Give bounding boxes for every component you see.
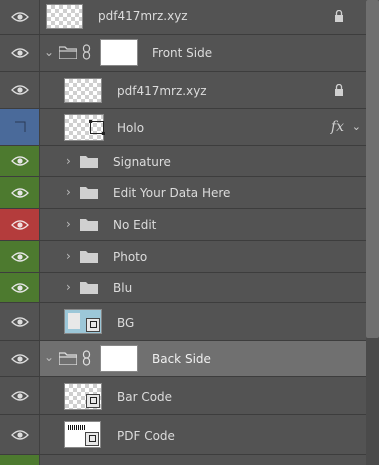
- layer-name[interactable]: pdf417mrz.xyz: [117, 84, 207, 98]
- link-chain-icon: [82, 350, 91, 366]
- chevron-right-icon[interactable]: ›: [66, 217, 71, 231]
- transform-icon: [89, 120, 105, 135]
- folder-icon: [80, 219, 98, 231]
- layer-row-edit-your-data[interactable]: › Edit Your Data Here: [0, 177, 366, 209]
- layer-row-bg[interactable]: BG: [0, 303, 366, 341]
- layer-name[interactable]: Bar Code: [117, 390, 172, 404]
- hidden-eye-placeholder-icon: [14, 121, 25, 132]
- folder-icon: [80, 282, 98, 294]
- eye-icon: [10, 48, 29, 58]
- eye-icon: [10, 156, 29, 166]
- chevron-right-icon[interactable]: ›: [66, 154, 71, 168]
- layer-name[interactable]: pdf417mrz.xyz: [98, 9, 188, 23]
- folder-icon: [80, 187, 98, 199]
- layer-name[interactable]: Holo: [117, 121, 144, 135]
- visibility-toggle[interactable]: [0, 0, 40, 34]
- visibility-toggle[interactable]: [0, 273, 40, 302]
- layer-name[interactable]: Photo: [113, 250, 147, 264]
- eye-icon: [10, 282, 29, 293]
- folder-icon: [80, 156, 98, 168]
- folder-icon: [59, 46, 77, 59]
- folder-icon: [80, 251, 98, 263]
- visibility-toggle[interactable]: [0, 209, 40, 240]
- chevron-right-icon[interactable]: ›: [66, 185, 71, 199]
- layer-thumbnail: [64, 114, 105, 141]
- layer-name[interactable]: No Edit: [113, 218, 156, 232]
- eye-icon: [10, 12, 29, 22]
- chevron-right-icon[interactable]: ›: [66, 249, 71, 263]
- layer-name[interactable]: Back Side: [152, 352, 211, 366]
- layer-name[interactable]: Front Side: [152, 46, 212, 60]
- visibility-toggle[interactable]: [0, 415, 40, 454]
- layers-panel: pdf417mrz.xyz ⌄ Front Side pdf417mrz.xyz…: [0, 0, 366, 465]
- smart-object-icon: [86, 318, 100, 332]
- eye-icon: [10, 316, 29, 327]
- layer-row-signature[interactable]: › Signature: [0, 146, 366, 177]
- layer-row-front-side[interactable]: ⌄ Front Side: [0, 35, 366, 72]
- chevron-down-icon[interactable]: ⌄: [44, 45, 54, 59]
- layer-name[interactable]: BG: [117, 316, 134, 330]
- layer-row-pdf417-top[interactable]: pdf417mrz.xyz: [0, 0, 366, 35]
- visibility-toggle[interactable]: [0, 241, 40, 272]
- scrollbar-thumb[interactable]: [366, 0, 379, 338]
- visibility-toggle[interactable]: [0, 303, 40, 340]
- visibility-toggle[interactable]: [0, 146, 40, 176]
- eye-icon: [10, 390, 29, 401]
- visibility-toggle[interactable]: [0, 377, 40, 414]
- visibility-toggle[interactable]: [0, 341, 40, 376]
- layer-row-blu[interactable]: › Blu: [0, 273, 366, 303]
- visibility-toggle[interactable]: [0, 109, 40, 145]
- layer-thumbnail: [64, 421, 101, 448]
- layer-row-holo[interactable]: Holo fx ⌄: [0, 109, 366, 146]
- layer-row-photo[interactable]: › Photo: [0, 241, 366, 273]
- lock-icon: [335, 84, 343, 96]
- layer-thumbnail: [64, 309, 102, 334]
- lock-icon: [335, 10, 343, 22]
- layer-row-bar-code[interactable]: Bar Code: [0, 377, 366, 415]
- visibility-toggle[interactable]: [0, 72, 40, 108]
- layer-thumbnail: [64, 78, 102, 103]
- layer-mask-thumbnail: [100, 345, 138, 372]
- folder-icon: [59, 352, 77, 365]
- smart-object-icon: [85, 432, 99, 446]
- layer-name[interactable]: Edit Your Data Here: [113, 186, 230, 200]
- link-chain-icon: [82, 44, 91, 60]
- chevron-down-icon[interactable]: ⌄: [44, 350, 54, 364]
- eye-icon: [10, 187, 29, 198]
- layer-mask-thumbnail: [100, 39, 138, 66]
- layer-thumbnail: [46, 4, 83, 29]
- layer-name[interactable]: Blu: [113, 281, 132, 295]
- visibility-toggle[interactable]: [0, 455, 40, 465]
- layer-row-no-edit[interactable]: › No Edit: [0, 209, 366, 241]
- layer-thumbnail: [64, 383, 102, 410]
- visibility-toggle[interactable]: [0, 177, 40, 208]
- layer-row-partial[interactable]: [0, 455, 366, 465]
- eye-icon: [10, 219, 29, 230]
- layer-row-back-side[interactable]: ⌄ Back Side: [0, 341, 366, 377]
- layer-name[interactable]: PDF Code: [117, 429, 175, 443]
- layer-row-pdf417-inner[interactable]: pdf417mrz.xyz: [0, 72, 366, 109]
- chevron-right-icon[interactable]: ›: [66, 280, 71, 294]
- smart-object-icon: [86, 394, 100, 408]
- layer-row-pdf-code[interactable]: PDF Code: [0, 415, 366, 455]
- visibility-toggle[interactable]: [0, 35, 40, 71]
- eye-icon: [10, 251, 29, 262]
- fx-effects-icon[interactable]: fx: [331, 119, 344, 135]
- eye-icon: [10, 429, 29, 440]
- chevron-down-icon[interactable]: ⌄: [352, 120, 361, 133]
- layer-name[interactable]: Signature: [113, 155, 171, 169]
- eye-icon: [10, 353, 29, 364]
- eye-icon: [10, 85, 29, 95]
